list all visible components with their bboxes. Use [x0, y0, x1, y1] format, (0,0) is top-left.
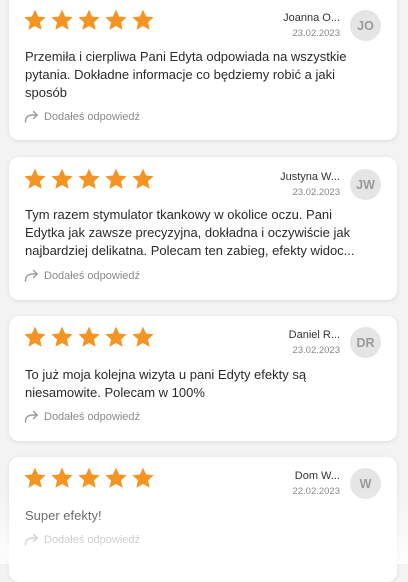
reviewer-name: Justyna W...: [280, 171, 340, 183]
reply-label: Dodałeś odpowiedź: [44, 533, 141, 546]
avatar: JW: [350, 169, 381, 200]
reviewer-name: Dom W...: [294, 470, 340, 482]
review-meta: Dom W... 22.02.2023: [292, 470, 340, 497]
review-text-line: Przemiła i cierpliwa Pani Edyta odpowiad…: [25, 49, 347, 64]
reply-arrow-icon: [24, 110, 39, 123]
review-text: To już moja kolejna wizyta u pani Edyty …: [25, 366, 373, 402]
review-text-line: To już moja kolejna wizyta u pani Edyty …: [25, 367, 307, 382]
star-icon: [23, 8, 47, 32]
star-icon: [50, 167, 74, 191]
star-icon: [77, 466, 101, 490]
avatar: W: [350, 468, 381, 499]
avatar: JO: [350, 10, 381, 41]
star-icon: [104, 167, 128, 191]
reply-label: Dodałeś odpowiedź: [44, 110, 141, 123]
avatar: DR: [350, 327, 381, 358]
review-text: Super efekty!: [25, 507, 373, 525]
review-card: Daniel R... 23.02.2023 DR To już moja ko…: [9, 316, 397, 441]
review-text: Przemiła i cierpliwa Pani Edyta odpowiad…: [25, 48, 373, 102]
reply-arrow-icon: [24, 410, 39, 423]
star-icon: [50, 8, 74, 32]
review-meta: Justyna W... 23.02.2023: [280, 171, 340, 198]
star-icon: [50, 325, 74, 349]
star-icon: [23, 167, 47, 191]
star-icon: [50, 466, 74, 490]
reply-status-link[interactable]: Dodałeś odpowiedź: [24, 269, 140, 282]
review-meta: Daniel R... 23.02.2023: [289, 329, 340, 356]
review-date: 23.02.2023: [292, 345, 340, 356]
review-card: Dom W... 22.02.2023 W Super efekty! Doda…: [9, 457, 397, 582]
review-text-line: Edytka jak zawsze precyzyjna, dokładna i…: [25, 225, 351, 240]
review-card: Justyna W... 23.02.2023 JW Tym razem sty…: [9, 157, 397, 300]
review-text-line: sposób: [25, 85, 67, 100]
reply-arrow-icon: [24, 269, 39, 282]
review-text-line: Super efekty!: [25, 508, 102, 523]
reply-label: Dodałeś odpowiedź: [44, 269, 141, 282]
star-icon: [104, 8, 128, 32]
review-date: 23.02.2023: [292, 187, 340, 198]
reply-arrow-icon: [24, 533, 39, 546]
review-date: 23.02.2023: [292, 28, 340, 39]
review-text: Tym razem stymulator tkankowy w okolice …: [25, 206, 373, 260]
review-date: 22.02.2023: [292, 486, 340, 497]
review-card: Joanna O... 23.02.2023 JO Przemiła i cie…: [9, 0, 397, 140]
star-icon: [131, 466, 155, 490]
star-icon: [23, 325, 47, 349]
review-text-line: pytania. Dokładne informacje co będziemy…: [25, 67, 335, 82]
reply-status-link[interactable]: Dodałeś odpowiedź: [24, 533, 140, 546]
star-rating: [23, 325, 155, 349]
star-rating: [23, 466, 155, 490]
star-icon: [131, 325, 155, 349]
review-text-line: Tym razem stymulator tkankowy w okolice …: [25, 207, 333, 222]
star-icon: [104, 466, 128, 490]
star-icon: [23, 466, 47, 490]
reviewer-name: Joanna O...: [283, 12, 340, 24]
reply-status-link[interactable]: Dodałeś odpowiedź: [24, 410, 140, 423]
star-icon: [77, 167, 101, 191]
reviewer-name: Daniel R...: [288, 329, 340, 341]
star-rating: [23, 167, 155, 191]
star-rating: [23, 8, 155, 32]
star-icon: [131, 8, 155, 32]
star-icon: [77, 325, 101, 349]
star-icon: [104, 325, 128, 349]
star-icon: [131, 167, 155, 191]
review-text-line: niesamowite. Polecam w 100%: [25, 385, 205, 400]
review-meta: Joanna O... 23.02.2023: [283, 12, 340, 39]
reply-label: Dodałeś odpowiedź: [44, 410, 141, 423]
star-icon: [77, 8, 101, 32]
review-text-line: najbardziej delikatna. Polecam ten zabie…: [25, 243, 355, 258]
reply-status-link[interactable]: Dodałeś odpowiedź: [24, 110, 140, 123]
